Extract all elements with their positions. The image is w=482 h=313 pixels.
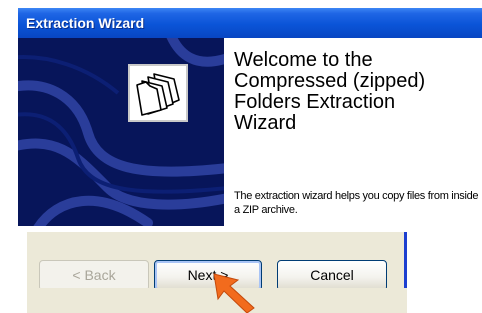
zipped-folders-icon <box>128 64 188 122</box>
wizard-side-panel <box>18 38 224 226</box>
welcome-description: The extraction wizard helps you copy fil… <box>234 190 479 216</box>
title-bar[interactable]: Extraction Wizard <box>18 8 482 38</box>
welcome-heading: Welcome to the Compressed (zipped) Folde… <box>234 49 426 134</box>
folder-stack-graphic <box>136 73 180 116</box>
window-title: Extraction Wizard <box>26 15 145 31</box>
cancel-button[interactable]: Cancel <box>277 260 387 291</box>
back-button[interactable]: < Back <box>39 260 149 291</box>
side-panel-decoration <box>18 38 224 226</box>
extraction-wizard-window: Extraction Wizard Welcome to the Compres… <box>18 8 482 226</box>
arrow-pointer-icon <box>213 273 255 313</box>
